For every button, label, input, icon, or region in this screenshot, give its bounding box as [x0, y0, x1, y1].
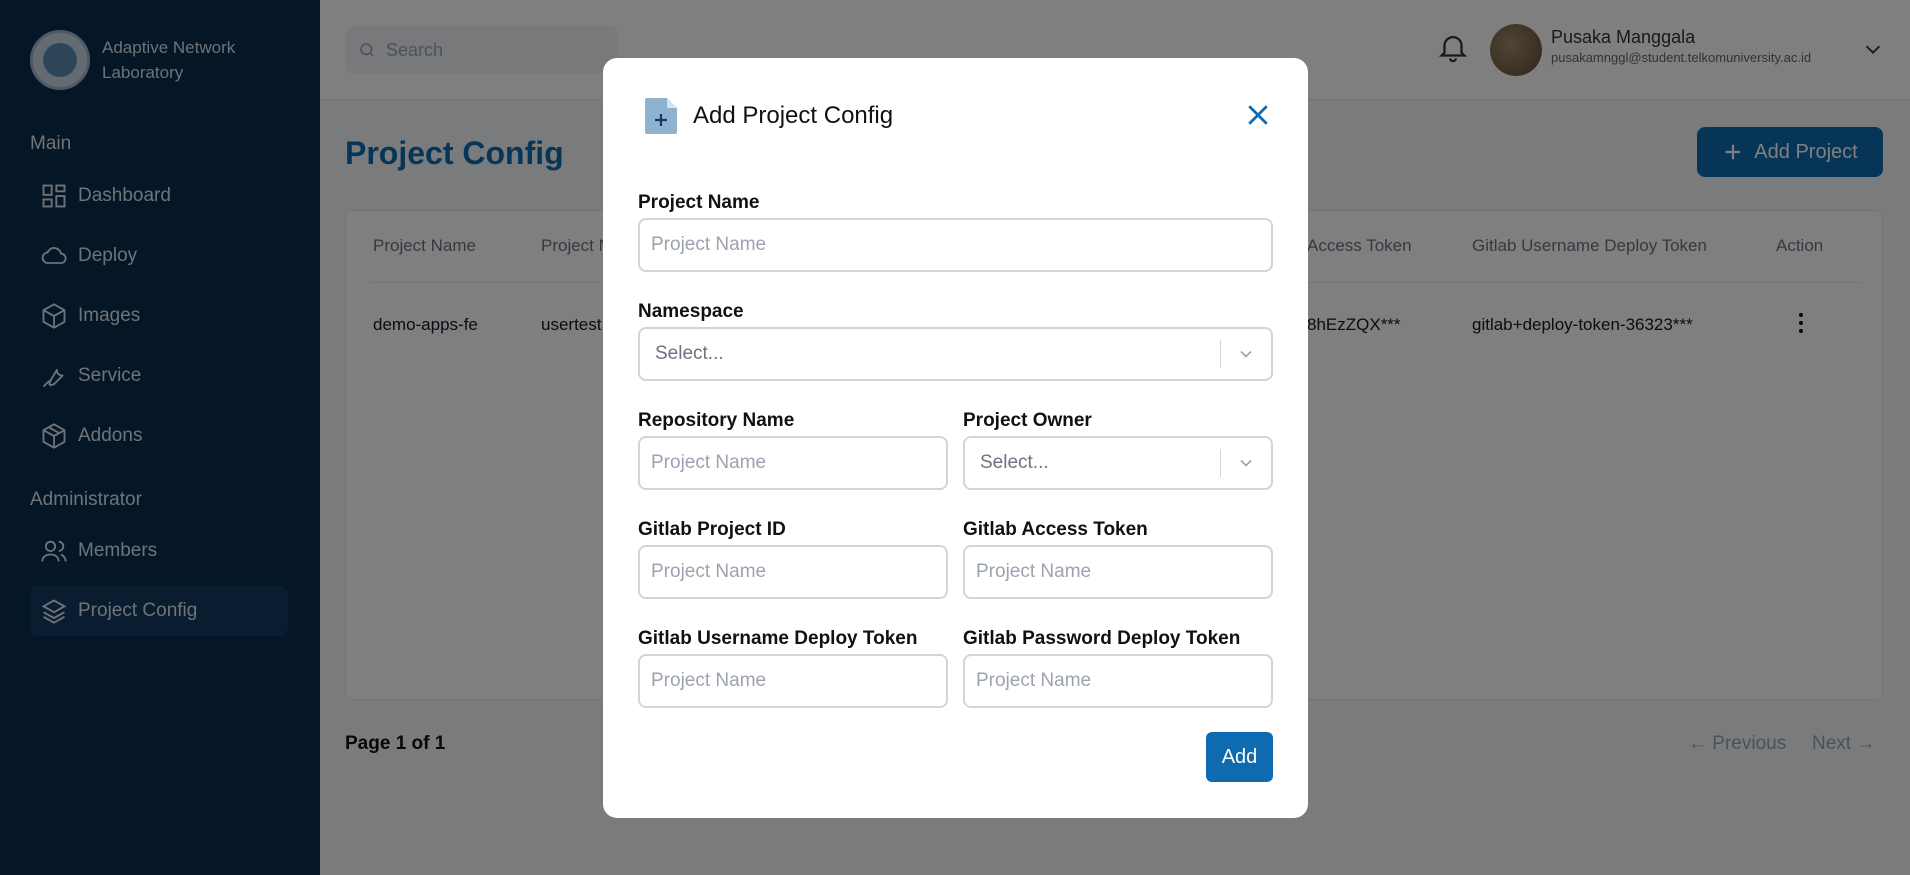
add-button[interactable]: Add	[1206, 732, 1273, 782]
gitlab-password-deploy-token-input[interactable]	[963, 654, 1273, 708]
chevron-down-icon	[1240, 350, 1252, 358]
namespace-select[interactable]: Select...	[638, 327, 1273, 381]
namespace-placeholder: Select...	[655, 343, 724, 364]
gitlab-access-token-input[interactable]	[963, 545, 1273, 599]
project-owner-placeholder: Select...	[980, 452, 1049, 473]
chevron-down-icon	[1240, 459, 1252, 467]
add-project-config-modal: Add Project Config Project Name Namespac…	[603, 58, 1308, 818]
gitlab-username-deploy-token-label: Gitlab Username Deploy Token	[638, 628, 918, 649]
project-name-label: Project Name	[638, 192, 760, 213]
gitlab-project-id-label: Gitlab Project ID	[638, 519, 786, 540]
project-name-input[interactable]	[638, 218, 1273, 272]
modal-header: Add Project Config	[643, 96, 893, 136]
repository-name-input[interactable]	[638, 436, 948, 490]
modal-title: Add Project Config	[693, 102, 894, 129]
gitlab-project-id-input[interactable]	[638, 545, 948, 599]
project-owner-select[interactable]: Select...	[963, 436, 1273, 490]
file-plus-icon	[645, 98, 677, 134]
close-icon[interactable]	[1243, 100, 1273, 130]
gitlab-username-deploy-token-input[interactable]	[638, 654, 948, 708]
repository-name-label: Repository Name	[638, 410, 795, 431]
project-owner-label: Project Owner	[963, 410, 1092, 431]
gitlab-password-deploy-token-label: Gitlab Password Deploy Token	[963, 628, 1241, 649]
namespace-label: Namespace	[638, 301, 744, 322]
gitlab-access-token-label: Gitlab Access Token	[963, 519, 1148, 540]
